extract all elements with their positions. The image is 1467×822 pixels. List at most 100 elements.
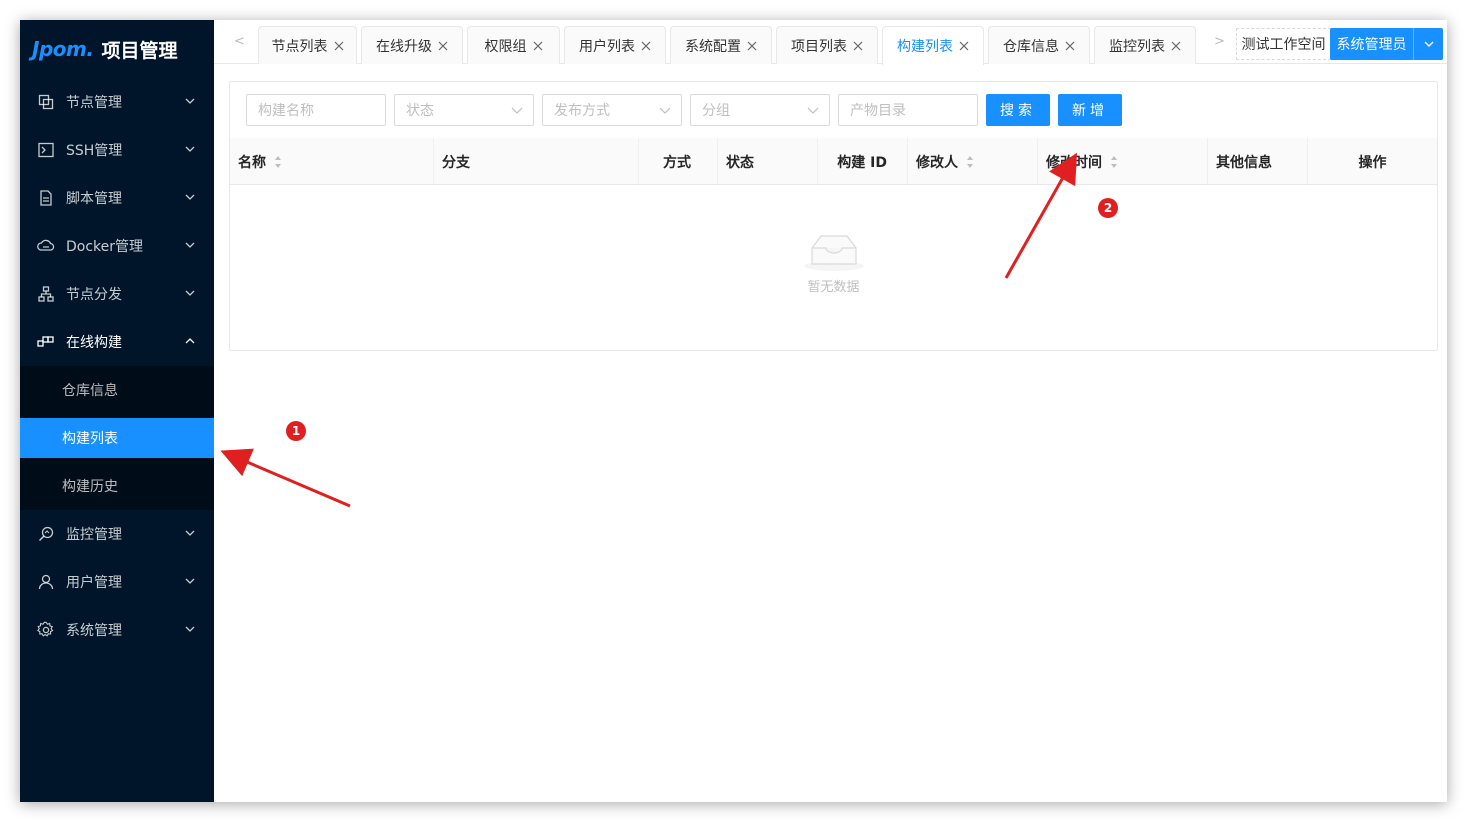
tab-scroll-left-icon[interactable]: < xyxy=(234,34,246,50)
close-icon[interactable] xyxy=(533,41,543,51)
sort-icon[interactable] xyxy=(274,155,282,169)
sort-icon[interactable] xyxy=(1110,155,1118,169)
sidebar-item-node-distribution[interactable]: 节点分发 xyxy=(20,274,214,314)
empty-text: 暂无数据 xyxy=(807,280,860,295)
tab-scroll-right-icon[interactable]: > xyxy=(1214,34,1226,50)
chevron-down-icon xyxy=(185,98,195,104)
sidebar-subitem-build-list[interactable]: 构建列表 xyxy=(20,418,214,458)
close-icon[interactable] xyxy=(334,41,344,51)
logo-mark: Jpom. xyxy=(32,37,94,61)
close-icon[interactable] xyxy=(1065,41,1075,51)
chevron-down-icon xyxy=(185,242,195,248)
role-dropdown-button[interactable] xyxy=(1413,28,1443,60)
table-header: 名称 分支 方式 状态 构建 ID 修改人 修改时间 其他信息 操作 xyxy=(230,138,1437,185)
close-icon[interactable] xyxy=(959,41,969,51)
empty-inbox-icon xyxy=(803,235,864,271)
sidebar-item-label: SSH管理 xyxy=(66,143,123,159)
tab-node-list[interactable]: 节点列表 xyxy=(258,26,357,64)
search-button[interactable]: 搜索 xyxy=(986,94,1050,126)
sidebar-subitem-label: 构建列表 xyxy=(62,431,118,447)
chevron-down-icon xyxy=(185,626,195,632)
sidebar-subitem-repository-info[interactable]: 仓库信息 xyxy=(20,370,214,410)
artifact-dir-input[interactable]: 产物目录 xyxy=(838,94,978,126)
sidebar-item-user-management[interactable]: 用户管理 xyxy=(20,562,214,602)
sidebar-item-monitor-management[interactable]: 监控管理 xyxy=(20,514,214,554)
placeholder: 构建名称 xyxy=(258,103,314,119)
sidebar-item-label: 节点分发 xyxy=(66,287,122,303)
group-select[interactable]: 分组 xyxy=(690,94,830,126)
add-button[interactable]: 新增 xyxy=(1058,94,1122,126)
column-header-modifier[interactable]: 修改人 xyxy=(908,138,1038,185)
file-icon xyxy=(36,188,56,208)
workspace-label: 测试工作空间 xyxy=(1241,37,1326,53)
tab-repository-info[interactable]: 仓库信息 xyxy=(988,26,1090,64)
sidebar-subitem-build-history[interactable]: 构建历史 xyxy=(20,466,214,506)
sidebar-item-node-management[interactable]: 节点管理 xyxy=(20,82,214,122)
sidebar-item-script-management[interactable]: 脚本管理 xyxy=(20,178,214,218)
sidebar-item-ssh-management[interactable]: SSH管理 xyxy=(20,130,214,170)
tab-label: 监控列表 xyxy=(1109,38,1165,55)
column-header-name[interactable]: 名称 xyxy=(230,138,434,185)
close-icon[interactable] xyxy=(641,41,651,51)
tab-project-list[interactable]: 项目列表 xyxy=(776,26,878,64)
close-icon[interactable] xyxy=(747,41,757,51)
sidebar-item-label: 节点管理 xyxy=(66,95,122,111)
sidebar-item-label: 系统管理 xyxy=(66,623,122,639)
column-label: 分支 xyxy=(442,154,470,171)
tab-user-list[interactable]: 用户列表 xyxy=(564,26,666,64)
workspace-selector[interactable]: 测试工作空间 xyxy=(1236,28,1331,60)
copy-icon xyxy=(36,92,56,112)
monitor-icon xyxy=(36,524,56,544)
column-header-actions: 操作 xyxy=(1308,138,1437,185)
user-icon xyxy=(36,572,56,592)
close-icon[interactable] xyxy=(853,41,863,51)
column-header-method: 方式 xyxy=(639,138,718,185)
column-header-other-info: 其他信息 xyxy=(1208,138,1308,185)
placeholder: 状态 xyxy=(406,103,434,119)
terminal-icon xyxy=(36,140,56,160)
column-label: 修改时间 xyxy=(1046,154,1102,171)
tab-build-list[interactable]: 构建列表 xyxy=(882,26,984,65)
sidebar-item-label: 用户管理 xyxy=(66,575,122,591)
tab-online-upgrade[interactable]: 在线升级 xyxy=(361,26,463,64)
placeholder: 发布方式 xyxy=(554,103,610,119)
chevron-up-icon xyxy=(185,338,195,344)
sidebar-item-docker-management[interactable]: Docker管理 xyxy=(20,226,214,266)
placeholder: 分组 xyxy=(702,103,730,119)
chevron-down-icon xyxy=(659,107,671,114)
sidebar-item-label: Docker管理 xyxy=(66,239,144,255)
tab-system-config[interactable]: 系统配置 xyxy=(670,26,772,64)
tab-label: 项目列表 xyxy=(791,38,847,55)
column-label: 其他信息 xyxy=(1216,154,1272,171)
app-title: 项目管理 xyxy=(101,39,178,62)
chevron-down-icon xyxy=(185,530,195,536)
sidebar-subitem-label: 仓库信息 xyxy=(62,383,118,399)
tab-bar: < 节点列表 在线升级 权限组 用户列表 系统配置 项目列表 构建列表 仓库信息… xyxy=(214,20,1447,65)
app-window: Jpom. 项目管理 节点管理 SSH管理 脚本管理 Docker管理 节点分发… xyxy=(20,20,1447,802)
tab-monitor-list[interactable]: 监控列表 xyxy=(1094,26,1196,64)
build-list-panel: 构建名称 状态 发布方式 分组 产物目录 搜索 新增 名称 分支 方式 状态 构… xyxy=(229,81,1438,351)
annotation-badge-1: 1 xyxy=(286,421,306,441)
close-icon[interactable] xyxy=(1171,41,1181,51)
logo[interactable]: Jpom. 项目管理 xyxy=(20,20,214,78)
tab-label: 节点列表 xyxy=(271,38,328,55)
sort-icon[interactable] xyxy=(966,155,974,169)
cloud-icon xyxy=(36,236,56,256)
tab-permission-group[interactable]: 权限组 xyxy=(467,26,560,64)
role-button[interactable]: 系统管理员 xyxy=(1330,28,1413,60)
tab-label: 用户列表 xyxy=(579,38,635,55)
annotation-badge-2: 2 xyxy=(1098,198,1118,218)
chevron-down-icon xyxy=(1424,41,1433,47)
chevron-down-icon xyxy=(185,578,195,584)
close-icon[interactable] xyxy=(438,41,448,51)
empty-state: 暂无数据 xyxy=(230,230,1437,295)
column-label: 状态 xyxy=(726,154,754,171)
gear-icon xyxy=(36,620,56,640)
column-header-modified-time[interactable]: 修改时间 xyxy=(1038,138,1208,185)
column-header-build-id: 构建 ID xyxy=(818,138,908,185)
sidebar-item-system-management[interactable]: 系统管理 xyxy=(20,610,214,650)
release-method-select[interactable]: 发布方式 xyxy=(542,94,682,126)
sidebar-item-online-build[interactable]: 在线构建 xyxy=(20,322,214,362)
status-select[interactable]: 状态 xyxy=(394,94,534,126)
build-name-input[interactable]: 构建名称 xyxy=(246,94,386,126)
